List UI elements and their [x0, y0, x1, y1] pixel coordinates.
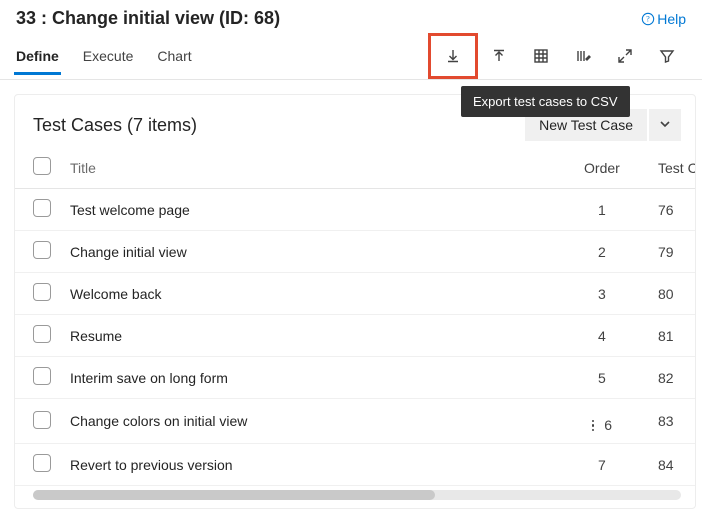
row-checkbox[interactable] — [33, 411, 51, 429]
export-csv-button[interactable] — [428, 33, 478, 79]
tabs: Define Execute Chart — [14, 38, 214, 74]
row-order: 1 — [598, 202, 606, 218]
page-title: 33 : Change initial view (ID: 68) — [16, 8, 280, 29]
import-button[interactable] — [478, 35, 520, 77]
row-checkbox[interactable] — [33, 283, 51, 301]
row-title: Resume — [62, 315, 554, 357]
row-title: Revert to previous version — [62, 444, 554, 486]
table-row[interactable]: Test welcome page 1 76 — [15, 189, 695, 231]
row-order: 6 — [604, 417, 612, 433]
row-test-case-id: 83 — [650, 399, 695, 444]
columns-edit-icon — [575, 48, 591, 64]
row-order: 7 — [598, 457, 606, 473]
row-title: Change initial view — [62, 231, 554, 273]
row-order: 2 — [598, 244, 606, 260]
upload-icon — [491, 48, 507, 64]
row-test-case-id: 79 — [650, 231, 695, 273]
col-testca[interactable]: Test Ca — [650, 151, 695, 189]
table-row[interactable]: Welcome back 3 80 — [15, 273, 695, 315]
svg-text:?: ? — [646, 14, 650, 23]
kebab-menu-icon[interactable] — [592, 420, 595, 432]
row-title: Change colors on initial view — [62, 399, 554, 444]
help-icon: ? — [641, 12, 655, 26]
panel-title: Test Cases (7 items) — [33, 115, 197, 136]
row-checkbox[interactable] — [33, 241, 51, 259]
filter-icon — [659, 48, 675, 64]
help-label: Help — [657, 11, 686, 27]
row-test-case-id: 84 — [650, 444, 695, 486]
tab-chart[interactable]: Chart — [155, 38, 201, 74]
row-test-case-id: 80 — [650, 273, 695, 315]
row-title: Interim save on long form — [62, 357, 554, 399]
row-checkbox[interactable] — [33, 454, 51, 472]
expand-button[interactable] — [604, 35, 646, 77]
grid-icon — [533, 48, 549, 64]
row-test-case-id: 76 — [650, 189, 695, 231]
export-tooltip: Export test cases to CSV — [461, 86, 630, 117]
table-row[interactable]: Change colors on initial view 6 83 — [15, 399, 695, 444]
row-checkbox[interactable] — [33, 325, 51, 343]
horizontal-scrollbar[interactable] — [33, 490, 681, 500]
row-title: Test welcome page — [62, 189, 554, 231]
select-all-checkbox[interactable] — [33, 157, 51, 175]
row-title: Welcome back — [62, 273, 554, 315]
row-order: 3 — [598, 286, 606, 302]
toolbar — [428, 33, 688, 79]
row-order: 5 — [598, 370, 606, 386]
help-link[interactable]: ? Help — [641, 11, 686, 27]
expand-icon — [617, 48, 633, 64]
table-row[interactable]: Resume 4 81 — [15, 315, 695, 357]
row-checkbox[interactable] — [33, 367, 51, 385]
col-order[interactable]: Order — [554, 151, 650, 189]
table-row[interactable]: Revert to previous version 7 84 — [15, 444, 695, 486]
table-row[interactable]: Interim save on long form 5 82 — [15, 357, 695, 399]
row-order: 4 — [598, 328, 606, 344]
test-cases-table: Title Order Test Ca Test welcome page176… — [15, 151, 695, 486]
grid-button[interactable] — [520, 35, 562, 77]
filter-button[interactable] — [646, 35, 688, 77]
row-test-case-id: 82 — [650, 357, 695, 399]
chevron-down-icon — [659, 118, 671, 130]
table-row[interactable]: Change initial view 2 79 — [15, 231, 695, 273]
col-title[interactable]: Title — [62, 151, 554, 189]
tab-execute[interactable]: Execute — [81, 38, 144, 74]
tab-define[interactable]: Define — [14, 38, 69, 74]
new-test-case-dropdown[interactable] — [649, 109, 681, 141]
columns-button[interactable] — [562, 35, 604, 77]
download-icon — [445, 48, 461, 64]
row-test-case-id: 81 — [650, 315, 695, 357]
row-checkbox[interactable] — [33, 199, 51, 217]
